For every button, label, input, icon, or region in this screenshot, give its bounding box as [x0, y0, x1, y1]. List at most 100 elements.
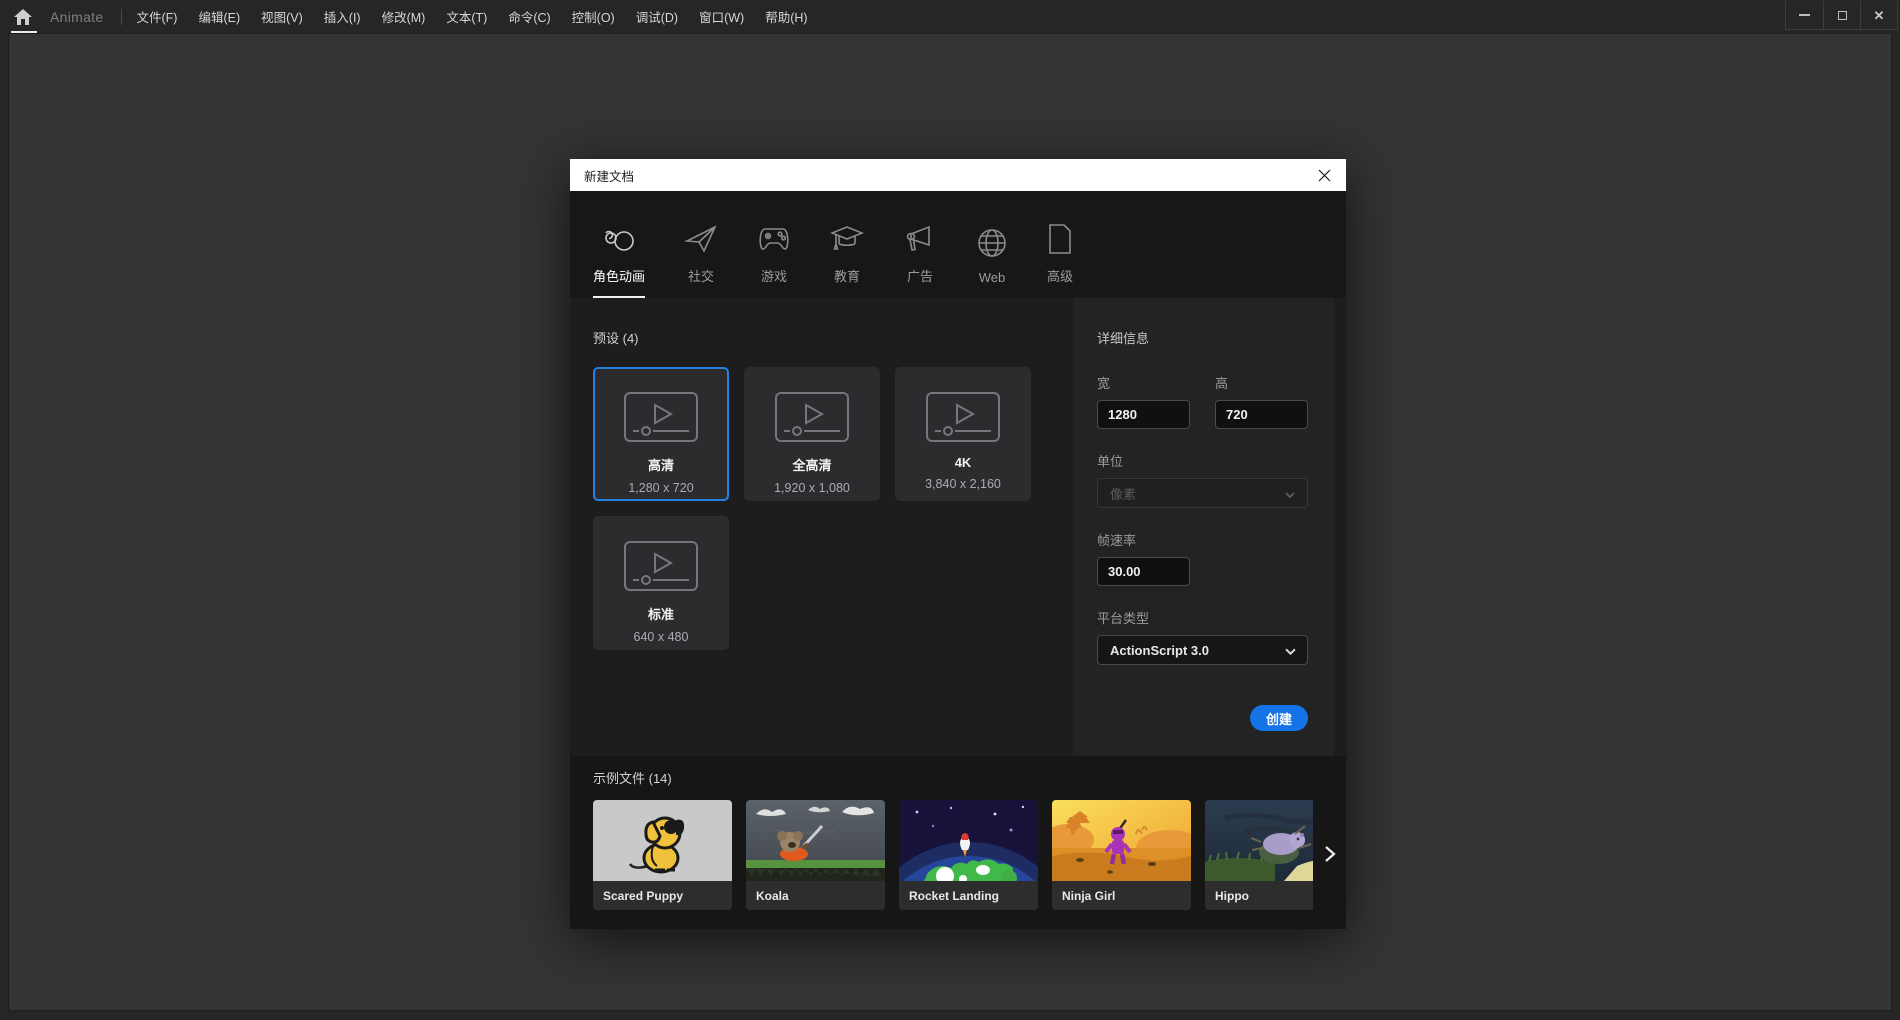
preset-card-hd[interactable]: 高清 1,280 x 720	[593, 367, 729, 501]
sample-files-section: 示例文件 (14)	[570, 756, 1346, 929]
preset-card-fullhd[interactable]: 全高清 1,920 x 1,080	[744, 367, 880, 501]
menu-insert[interactable]: 插入(I)	[324, 7, 361, 26]
app-brand: Animate	[50, 9, 103, 25]
dialog-header: 新建文档	[570, 159, 1346, 191]
menu-control[interactable]: 控制(O)	[572, 7, 615, 26]
height-field-group: 高	[1215, 373, 1308, 429]
video-player-icon	[623, 540, 699, 592]
sample-card-scared-puppy[interactable]: Scared Puppy	[593, 800, 732, 910]
sample-card-koala[interactable]: Koala	[746, 800, 885, 910]
scared-puppy-thumbnail	[593, 800, 732, 881]
close-window-button[interactable]: ✕	[1860, 1, 1897, 29]
presets-pane: 预设 (4) 高清 1,280 x 720 全高清 1,920 x 1,080	[570, 298, 1073, 756]
sample-scroller: Scared Puppy	[593, 800, 1313, 910]
menu-window[interactable]: 窗口(W)	[699, 7, 744, 26]
presets-heading: 预设 (4)	[593, 328, 1073, 347]
tab-label: 广告	[907, 266, 933, 285]
tab-education[interactable]: 教育	[830, 221, 864, 298]
maximize-icon	[1838, 11, 1847, 20]
sample-name: Koala	[746, 881, 885, 910]
close-icon: ✕	[1874, 9, 1885, 22]
koala-thumbnail	[746, 800, 885, 881]
tab-label: 游戏	[761, 266, 787, 285]
globe-icon	[976, 225, 1008, 261]
platform-label: 平台类型	[1097, 608, 1308, 627]
menu-modify[interactable]: 修改(M)	[382, 7, 426, 26]
preset-card-standard[interactable]: 标准 640 x 480	[593, 516, 729, 650]
video-player-icon	[925, 391, 1001, 443]
height-input[interactable]	[1215, 400, 1308, 429]
samples-heading: 示例文件 (14)	[593, 768, 1346, 787]
tab-label: 社交	[688, 266, 714, 285]
tab-ads[interactable]: 广告	[903, 221, 937, 298]
rocket-landing-thumbnail	[899, 800, 1038, 881]
details-heading: 详细信息	[1097, 328, 1308, 347]
minimize-button[interactable]	[1786, 1, 1823, 29]
chevron-right-icon	[1324, 845, 1336, 863]
tab-games[interactable]: 游戏	[757, 221, 791, 298]
document-icon	[1047, 221, 1073, 257]
framerate-input[interactable]	[1097, 557, 1190, 586]
sample-name: Scared Puppy	[593, 881, 732, 910]
units-value: 像素	[1110, 484, 1136, 503]
menu-view[interactable]: 视图(V)	[261, 7, 303, 26]
dialog-title: 新建文档	[584, 166, 634, 185]
close-icon	[1318, 169, 1331, 182]
preset-dims: 1,920 x 1,080	[774, 481, 850, 495]
menu-text[interactable]: 文本(T)	[446, 7, 487, 26]
app-titlebar: Animate 文件(F) 编辑(E) 视图(V) 插入(I) 修改(M) 文本…	[0, 0, 1900, 33]
gamepad-icon	[757, 221, 791, 257]
tab-label: Web	[979, 270, 1006, 285]
menu-file[interactable]: 文件(F)	[136, 7, 177, 26]
window-controls: ✕	[1785, 1, 1898, 30]
chevron-down-icon	[1285, 645, 1295, 655]
menu-debug[interactable]: 调试(D)	[636, 7, 678, 26]
details-panel: 详细信息 宽 高 单位 像素 帧速率 平台类型	[1073, 298, 1334, 756]
category-tabs: 角色动画 社交 游戏 教育 广告	[570, 191, 1346, 298]
chevron-down-icon	[1285, 488, 1295, 498]
width-label: 宽	[1097, 373, 1190, 392]
minimize-icon	[1799, 14, 1810, 16]
sample-name: Hippo	[1205, 881, 1313, 910]
home-icon	[13, 8, 33, 26]
width-input[interactable]	[1097, 400, 1190, 429]
sample-card-rocket-landing[interactable]: Rocket Landing	[899, 800, 1038, 910]
ninja-girl-thumbnail	[1052, 800, 1191, 881]
samples-next-button[interactable]	[1320, 842, 1340, 866]
tab-character-animation[interactable]: 角色动画	[593, 221, 645, 298]
width-field-group: 宽	[1097, 373, 1190, 429]
dialog-close-button[interactable]	[1316, 167, 1332, 183]
preset-name: 标准	[648, 604, 674, 623]
menu-commands[interactable]: 命令(C)	[508, 7, 550, 26]
sample-card-hippo[interactable]: Hippo	[1205, 800, 1313, 910]
tab-web[interactable]: Web	[976, 225, 1008, 298]
menu-edit[interactable]: 编辑(E)	[198, 7, 240, 26]
home-button[interactable]	[0, 0, 46, 33]
preset-dims: 640 x 480	[634, 630, 689, 644]
units-dropdown: 像素	[1097, 478, 1308, 508]
sample-card-ninja-girl[interactable]: Ninja Girl	[1052, 800, 1191, 910]
preset-card-4k[interactable]: 4K 3,840 x 2,160	[895, 367, 1031, 501]
preset-grid: 高清 1,280 x 720 全高清 1,920 x 1,080 4K 3,84…	[593, 367, 1031, 650]
tab-label: 高级	[1047, 266, 1073, 285]
platform-dropdown[interactable]: ActionScript 3.0	[1097, 635, 1308, 665]
paper-plane-icon	[684, 221, 718, 257]
create-button[interactable]: 创建	[1250, 705, 1308, 731]
tab-advanced[interactable]: 高级	[1047, 221, 1073, 298]
width-height-row: 宽 高	[1097, 373, 1308, 429]
sample-name: Ninja Girl	[1052, 881, 1191, 910]
titlebar-separator	[121, 9, 122, 25]
height-label: 高	[1215, 373, 1308, 392]
sample-name: Rocket Landing	[899, 881, 1038, 910]
preset-name: 4K	[955, 455, 972, 470]
video-player-icon	[774, 391, 850, 443]
preset-name: 全高清	[792, 455, 831, 474]
tab-social[interactable]: 社交	[684, 221, 718, 298]
dialog-content: 预设 (4) 高清 1,280 x 720 全高清 1,920 x 1,080	[570, 298, 1346, 756]
megaphone-icon	[903, 221, 937, 257]
hippo-thumbnail	[1205, 800, 1313, 881]
video-player-icon	[623, 391, 699, 443]
preset-name: 高清	[648, 455, 674, 474]
maximize-button[interactable]	[1823, 1, 1860, 29]
menu-help[interactable]: 帮助(H)	[765, 7, 807, 26]
